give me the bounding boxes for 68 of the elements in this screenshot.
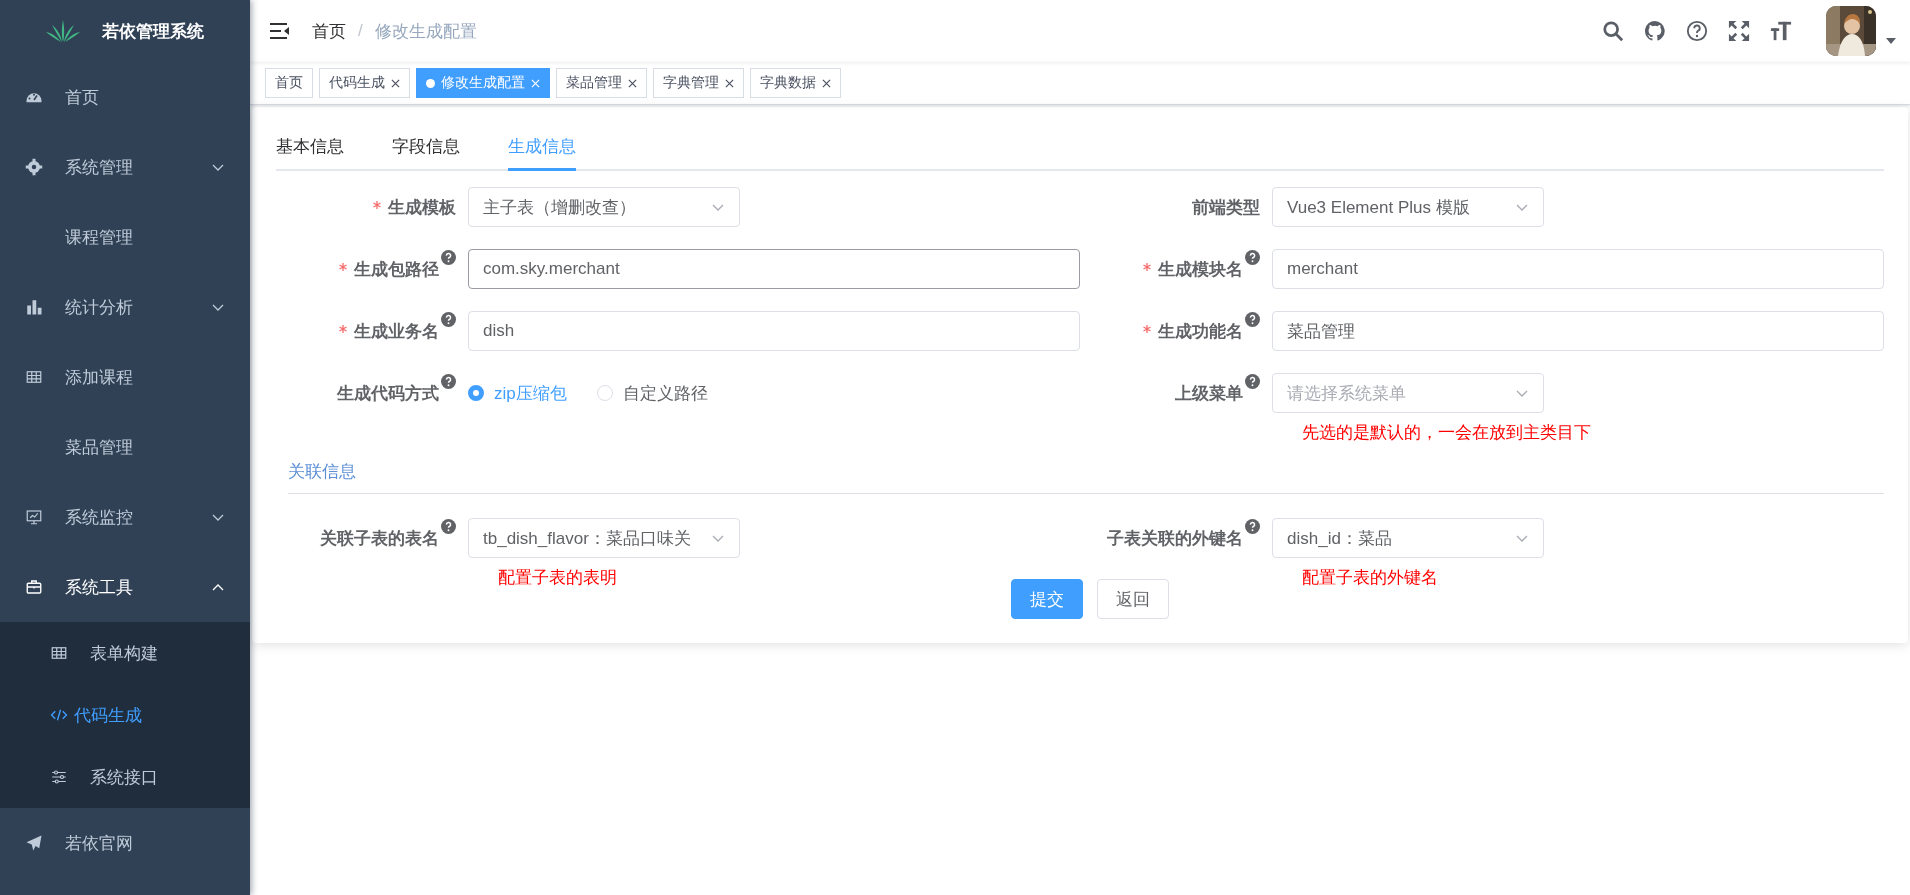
tab-tag[interactable]: 字典管理 <box>653 68 744 98</box>
close-icon[interactable] <box>725 78 734 88</box>
breadcrumb-item: 修改生成配置 <box>374 20 477 43</box>
leaf-logo-icon <box>46 20 80 42</box>
tab-tag[interactable]: 代码生成 <box>319 68 410 98</box>
annotation-note: 先选的是默认的，一会在放到主类目下 <box>1302 422 1592 444</box>
select-field[interactable]: 主子表（增删改查） <box>468 187 740 227</box>
tab[interactable]: 基本信息 <box>276 135 344 171</box>
menu-item[interactable]: 菜品管理 <box>0 412 250 482</box>
tab[interactable]: 字段信息 <box>392 135 460 171</box>
menu-item[interactable]: 表单构建 <box>0 622 250 684</box>
menu-icon[interactable] <box>270 22 290 40</box>
paper-plane-icon <box>25 834 43 852</box>
bar-chart-icon <box>25 298 43 316</box>
select-field[interactable]: Vue3 Element Plus 模版 <box>1272 187 1544 227</box>
menu-item[interactable]: 系统接口 <box>0 746 250 808</box>
menu-item[interactable]: 若依官网 <box>0 808 250 878</box>
menu-item[interactable]: 统计分析 <box>0 272 250 342</box>
toolbox-icon <box>25 578 43 596</box>
breadcrumb-item[interactable]: 首页 <box>312 19 346 43</box>
radio-option[interactable]: 自定义路径 <box>596 381 708 405</box>
field-label: 生成模块名 <box>1158 258 1243 281</box>
field-label: 生成包路径 <box>354 258 439 281</box>
menu-item[interactable]: 课程管理 <box>0 202 250 272</box>
field-label: 上级菜单 <box>1175 382 1243 405</box>
field-label: 前端类型 <box>1192 196 1260 219</box>
text-field[interactable]: com.sky.merchant <box>468 249 1080 289</box>
menu-item[interactable]: 系统工具 <box>0 552 250 622</box>
search-icon[interactable] <box>1602 20 1624 42</box>
select-field[interactable]: tb_dish_flavor：菜品口味关 <box>468 518 740 558</box>
menu-item[interactable]: 代码生成 <box>0 684 347 746</box>
table-icon <box>50 644 68 662</box>
sliders-icon <box>50 768 68 786</box>
caret-icon[interactable] <box>1886 38 1896 44</box>
tab-tag[interactable]: 字典数据 <box>750 68 841 98</box>
text-field[interactable]: merchant <box>1272 249 1884 289</box>
app-title: 若依管理系统 <box>102 20 204 43</box>
close-icon[interactable] <box>822 78 831 88</box>
select-field[interactable]: dish_id：菜品 <box>1272 518 1544 558</box>
field-label: 生成业务名 <box>354 320 439 343</box>
gear-icon <box>25 158 43 176</box>
field-label: 关联子表的表名 <box>320 527 439 550</box>
field-label: 生成功能名 <box>1158 320 1243 343</box>
tab-tag[interactable]: 菜品管理 <box>556 68 647 98</box>
annotation-note: 配置子表的外键名 <box>1302 567 1439 589</box>
menu-item[interactable]: 系统管理 <box>0 132 250 202</box>
menu-item[interactable]: 系统监控 <box>0 482 250 552</box>
tab-tag[interactable]: 首页 <box>265 68 313 98</box>
github-icon[interactable] <box>1644 20 1666 42</box>
table-icon <box>25 368 43 386</box>
fullscreen-icon[interactable] <box>1728 20 1750 42</box>
text-field[interactable]: dish <box>468 311 1080 351</box>
breadcrumb-separator: / <box>358 21 363 41</box>
field-label: 生成模板 <box>388 196 456 219</box>
dot-icon <box>426 78 435 88</box>
section-title: 关联信息 <box>288 460 1884 494</box>
back-button[interactable]: 返回 <box>1097 579 1169 619</box>
field-label: 子表关联的外键名 <box>1107 527 1243 550</box>
close-icon[interactable] <box>391 78 400 88</box>
help-icon[interactable] <box>1686 20 1708 42</box>
text-field[interactable]: 菜品管理 <box>1272 311 1884 351</box>
close-icon[interactable] <box>628 78 637 88</box>
font-size-icon[interactable] <box>1770 20 1792 42</box>
menu-item[interactable]: 添加课程 <box>0 342 250 412</box>
annotation-note: 配置子表的表明 <box>498 567 618 589</box>
monitor-icon <box>25 508 43 526</box>
field-label: 生成代码方式 <box>337 382 439 405</box>
menu-item[interactable]: 首页 <box>0 62 250 132</box>
